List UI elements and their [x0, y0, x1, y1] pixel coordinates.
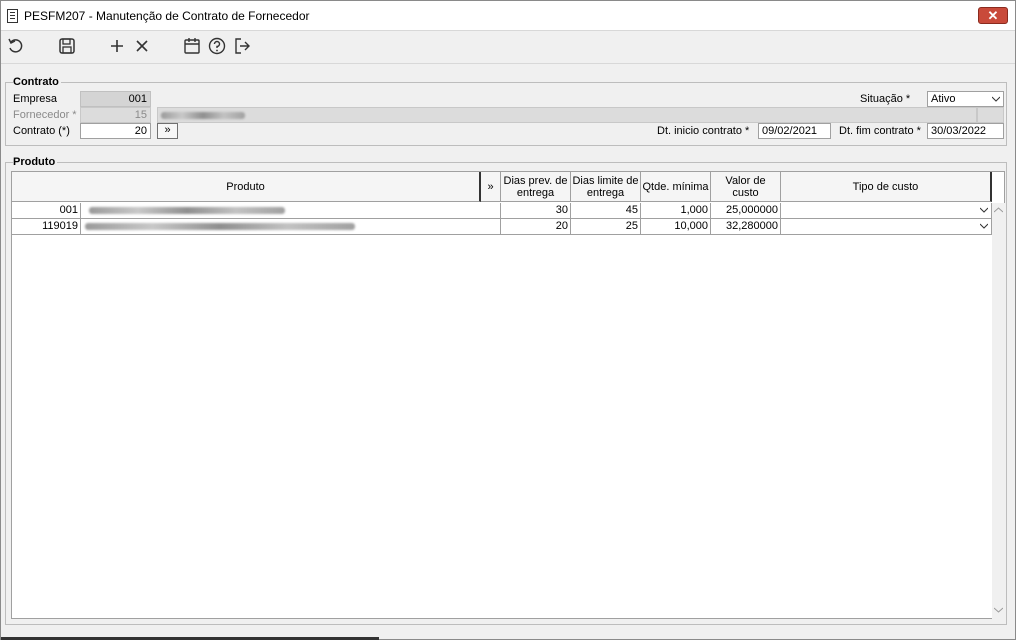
fornecedor-name-field	[157, 107, 977, 123]
header-qtde[interactable]: Qtde. mínima	[641, 172, 711, 202]
situacao-select[interactable]: Ativo	[927, 91, 1004, 107]
contrato-legend: Contrato	[13, 76, 61, 88]
toolbar	[1, 31, 1015, 61]
cell-dias-limite[interactable]: 25	[571, 219, 641, 235]
chevron-down-icon	[992, 96, 1000, 102]
descricao-redacted	[85, 222, 355, 230]
cell-codigo: 001	[12, 203, 81, 219]
header-dias-prev[interactable]: Dias prev. de entrega	[501, 172, 571, 202]
header-valor[interactable]: Valor de custo	[711, 172, 781, 202]
calendar-icon[interactable]	[182, 36, 202, 56]
scroll-up-icon[interactable]	[994, 207, 1003, 213]
close-button[interactable]: ✕	[978, 7, 1008, 24]
cell-tipo-select[interactable]	[781, 203, 992, 219]
dt-fim-field[interactable]: 30/03/2022	[927, 123, 1004, 139]
header-produto[interactable]: Produto	[12, 172, 481, 202]
table-row[interactable]: 001 30 45 1,000 25,000000	[12, 203, 992, 219]
descricao-redacted	[89, 206, 285, 214]
cell-qtde[interactable]: 1,000	[641, 203, 711, 219]
cell-descricao	[81, 219, 501, 235]
grid-vertical-scrollbar[interactable]	[992, 203, 1005, 619]
fornecedor-lookup-button[interactable]	[977, 107, 1004, 123]
cell-codigo: 119019	[12, 219, 81, 235]
empresa-field[interactable]: 001	[80, 91, 151, 107]
fornecedor-label: Fornecedor *	[13, 109, 77, 121]
contrato-more-button[interactable]: »	[157, 123, 178, 139]
title-bar: PESFM207 - Manutenção de Contrato de For…	[1, 1, 1015, 31]
cell-valor[interactable]: 32,280000	[711, 219, 781, 235]
contrato-field[interactable]: 20	[80, 123, 151, 139]
window-title: PESFM207 - Manutenção de Contrato de For…	[24, 9, 310, 23]
dt-fim-label: Dt. fim contrato *	[839, 125, 921, 137]
produto-legend: Produto	[13, 156, 58, 168]
cell-valor[interactable]: 25,000000	[711, 203, 781, 219]
empresa-label: Empresa	[13, 93, 58, 105]
cell-dias-prev[interactable]: 30	[501, 203, 571, 219]
cell-qtde[interactable]: 10,000	[641, 219, 711, 235]
exit-icon[interactable]	[232, 36, 252, 56]
header-tipo[interactable]: Tipo de custo	[781, 172, 992, 202]
cell-dias-prev[interactable]: 20	[501, 219, 571, 235]
situacao-label: Situação *	[860, 93, 911, 105]
dt-inicio-label: Dt. inicio contrato *	[657, 125, 750, 137]
help-icon[interactable]	[207, 36, 227, 56]
save-icon[interactable]	[57, 36, 77, 56]
cell-descricao	[81, 203, 501, 219]
chevron-down-icon	[980, 207, 988, 213]
cell-dias-limite[interactable]: 45	[571, 203, 641, 219]
contrato-label: Contrato (*)	[13, 125, 70, 137]
scroll-down-icon[interactable]	[994, 607, 1003, 613]
header-dias-limite[interactable]: Dias limite de entrega	[571, 172, 641, 202]
add-icon[interactable]	[107, 36, 127, 56]
produto-grid: Produto » Dias prev. de entrega Dias lim…	[11, 171, 1005, 619]
chevron-down-icon	[980, 223, 988, 229]
toolbar-separator	[1, 63, 1015, 64]
delete-icon[interactable]	[132, 36, 152, 56]
refresh-icon[interactable]	[6, 36, 26, 56]
cell-tipo-select[interactable]	[781, 219, 992, 235]
situacao-value: Ativo	[931, 93, 956, 105]
table-row[interactable]: 119019 20 25 10,000 32,280000	[12, 219, 992, 235]
fornecedor-code-field[interactable]: 15	[80, 107, 151, 123]
fornecedor-name-redacted	[161, 111, 245, 119]
dt-inicio-field[interactable]: 09/02/2021	[758, 123, 831, 139]
document-icon	[7, 9, 18, 23]
main-window: PESFM207 - Manutenção de Contrato de For…	[0, 0, 1016, 640]
header-more-button[interactable]: »	[481, 172, 501, 202]
